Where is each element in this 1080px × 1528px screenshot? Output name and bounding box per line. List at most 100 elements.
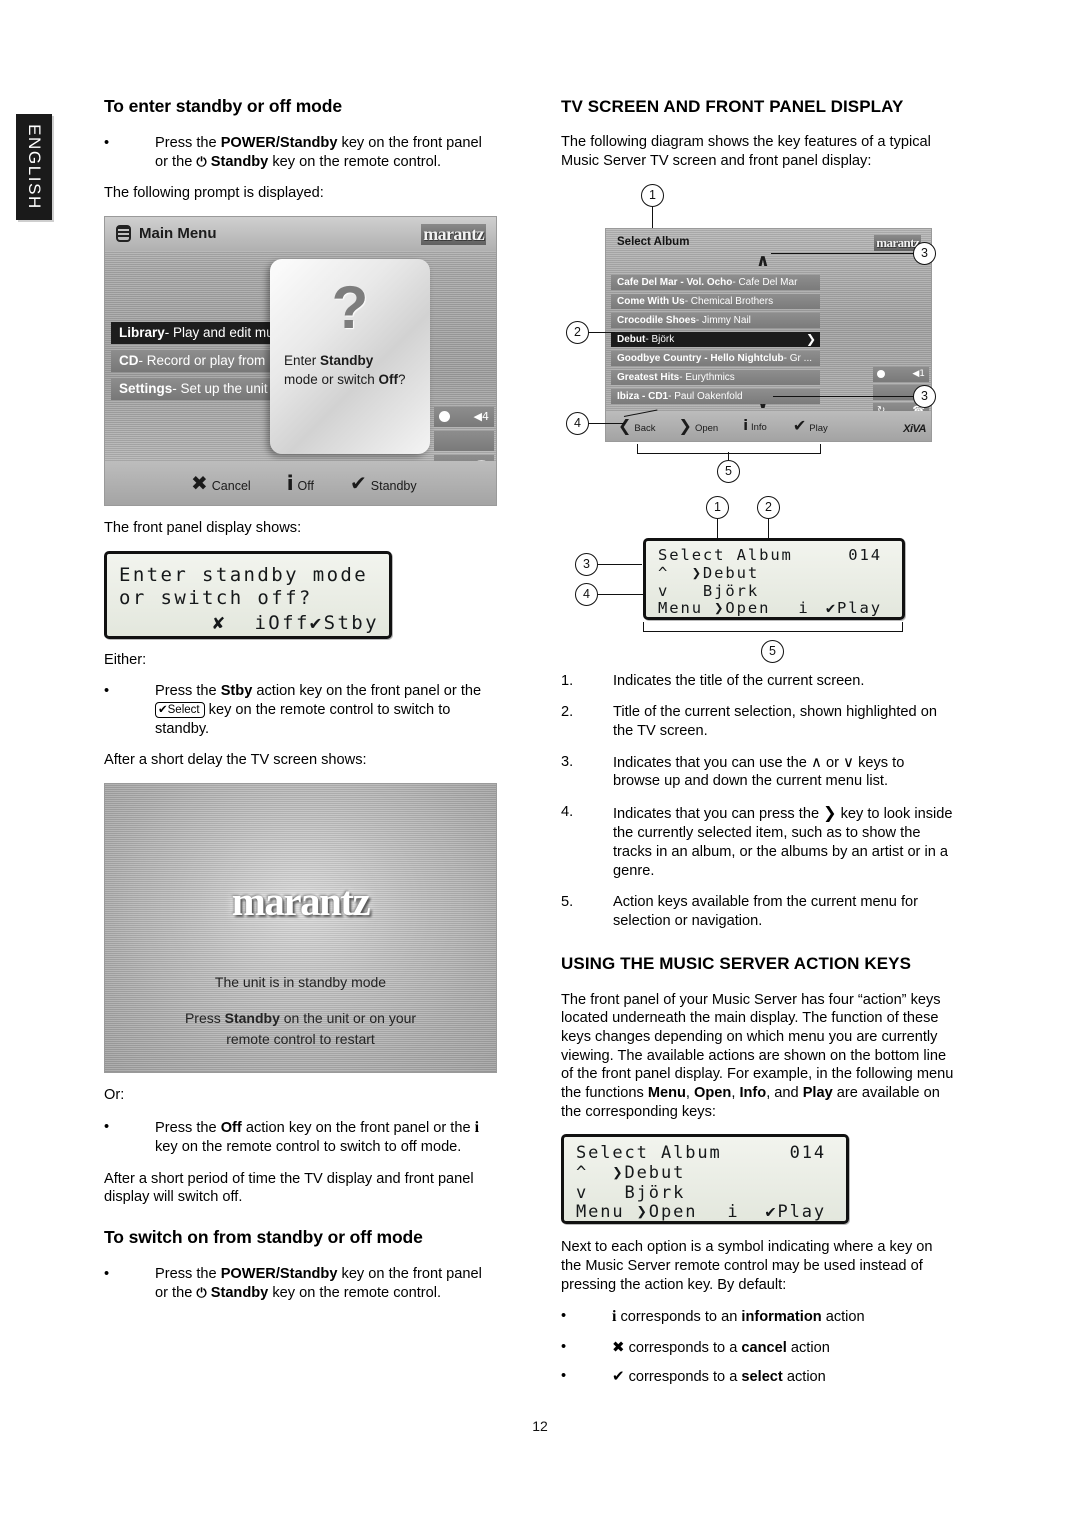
symbol-bullet-cancel: • ✖ corresponds to a cancel action: [561, 1338, 954, 1358]
volume-level: 1: [919, 369, 925, 380]
action-info[interactable]: i Info: [743, 419, 767, 433]
xiva-text: XiVA: [903, 422, 926, 435]
item-number: 3.: [561, 753, 574, 770]
down-arrow-icon: ∨: [843, 752, 855, 771]
leader-line: [652, 206, 654, 228]
callout-2: 2: [757, 495, 780, 519]
prompt-intro-text: The following prompt is displayed:: [104, 185, 324, 202]
item-number: 2.: [561, 703, 574, 720]
list-item-desc: - Play and edit mu: [164, 325, 274, 341]
album-artist: - Gr ...: [783, 352, 813, 364]
item-text: Action keys available from the current m…: [613, 894, 918, 930]
scroll-up-arrow-icon[interactable]: ∧: [756, 252, 770, 270]
leader-line: [589, 422, 625, 424]
list-item[interactable]: Greatest Hits - Eurythmics: [611, 369, 820, 385]
bold-fragment: Standby: [320, 352, 374, 368]
text-fragment: Press the: [155, 1265, 221, 1282]
text-fragment: Press the: [155, 1119, 221, 1136]
action-label: Standby: [370, 478, 417, 493]
front-panel-intro: The front panel display shows:: [104, 519, 302, 536]
list-item[interactable]: Cafe Del Mar - Vol. Ocho - Cafe Del Mar: [611, 274, 820, 290]
text-fragment: corresponds to a: [624, 1339, 742, 1356]
numbered-explanations: 1. Indicates the title of the current sc…: [561, 672, 954, 932]
album-title: Debut: [617, 333, 646, 345]
left-column: To enter standby or off mode • Press the…: [104, 96, 497, 1315]
text-fragment: action: [782, 1369, 826, 1386]
volume-level: 4: [482, 410, 489, 424]
lcd-action-info: i: [798, 598, 810, 617]
list-item-selected[interactable]: Debut - Björk ❯: [611, 331, 820, 347]
list-item[interactable]: Come With Us - Chemical Brothers: [611, 293, 820, 309]
callout-1: 1: [641, 183, 664, 207]
bold-fragment: information: [741, 1309, 822, 1326]
tv-screen-intro: The following diagram shows the key feat…: [561, 134, 931, 169]
callout-2: 2: [566, 320, 589, 344]
action-off[interactable]: i Off: [287, 473, 314, 493]
xiva-logo: XiVA: [903, 423, 926, 435]
action-play[interactable]: ✔ Play: [793, 417, 828, 434]
item-text: Indicates the title of the current scree…: [613, 672, 865, 689]
leader-line: [598, 563, 642, 565]
item-text: Indicates that you can press the ❯ key t…: [613, 803, 954, 881]
lcd-select-album: Select Album 014 ^ ❯Debut v Björk Menu ❯O…: [643, 537, 905, 620]
album-title: Goodbye Country - Hello Nightclub: [617, 352, 784, 364]
bold-fragment: Off: [220, 1119, 242, 1136]
callout-4: 4: [575, 582, 598, 606]
text-fragment: or: [821, 754, 844, 771]
tv-screen-diagram: 1 Select Album marantz ∧ ∨ Cafe Del Mar …: [561, 183, 954, 454]
bullet-dot: •: [104, 134, 110, 151]
section-title-action-keys: USING THE MUSIC SERVER ACTION KEYS: [561, 954, 912, 974]
front-panel-lcd-diagram: 1 2 3 4 Select Album 014 ^ ❯Debut v Björk…: [561, 495, 954, 636]
bullet-dot: •: [561, 1338, 567, 1355]
action-back[interactable]: ❮ Back: [618, 417, 656, 434]
splash-status-text: The unit is in standby mode: [214, 973, 387, 990]
lcd-select-album-example: Select Album 014 ^ ❯Debut v Björk Menu ❯O…: [561, 1134, 849, 1225]
info-icon: i: [474, 1118, 480, 1136]
text-fragment: key on the front panel: [337, 1265, 482, 1282]
action-open[interactable]: ❯ Open: [679, 417, 719, 434]
numbered-item-2: 2. Title of the current selection, shown…: [561, 703, 954, 741]
album-title: Ibiza - CD1: [617, 390, 669, 402]
leader-line: [589, 331, 615, 333]
bullet-text: ✔ corresponds to a select action: [612, 1367, 954, 1387]
lcd-line-3: ✘ iOff✔Stby: [212, 611, 379, 634]
text-fragment: action key on the front panel or the: [241, 1119, 475, 1136]
lcd-title: Select Album: [576, 1143, 722, 1164]
action-standby[interactable]: ✔ Standby: [350, 473, 417, 493]
bold-fragment: POWER/Standby: [220, 134, 338, 151]
list-item[interactable]: Goodbye Country - Hello Nightclub - Gr .…: [611, 350, 820, 366]
action-cancel[interactable]: ✖ Cancel: [191, 473, 251, 493]
list-item[interactable]: Crocodile Shoes - Jimmy Nail: [611, 312, 820, 328]
power-icon: ⏻: [196, 154, 207, 170]
lcd-action-play: ✔Play: [825, 598, 882, 617]
lcd-line-1: Select Album 014: [576, 1143, 836, 1163]
lcd-line-3: v Björk: [576, 1183, 686, 1204]
lcd-count: 014: [789, 1143, 826, 1164]
lcd-line-2: or switch off?: [119, 586, 313, 609]
action-label: Off: [297, 478, 314, 493]
symbol-bullet-select: • ✔ corresponds to a select action: [561, 1367, 954, 1387]
speaker-icon: ◀1: [912, 369, 925, 380]
menu-icon: [116, 224, 131, 242]
album-artist: - Eurythmics: [679, 371, 735, 383]
bold-fragment: cancel: [741, 1339, 787, 1356]
bold-fragment: Off: [378, 372, 399, 388]
list-item-desc: - Set up the unit: [172, 381, 268, 397]
record-dot-icon: [439, 411, 450, 423]
callout-1: 1: [706, 495, 729, 519]
lcd-action-menu: Menu ❯Open: [576, 1202, 698, 1223]
item-number: 1.: [561, 672, 574, 689]
bullet-stby-key: • Press the Stby action key on the front…: [104, 682, 497, 738]
lcd-title: Select Album: [658, 545, 793, 564]
callout-5-top: 5: [717, 459, 740, 483]
text-fragment: corresponds to an: [616, 1309, 742, 1326]
bullet-text: Press the POWER/Standby key on the front…: [155, 134, 497, 171]
list-item-desc: - Record or play from: [138, 353, 266, 369]
tv-delay-intro: After a short delay the TV screen shows:: [104, 752, 367, 769]
list-item-keyword: Settings: [119, 381, 173, 397]
right-column: TV SCREEN AND FRONT PANEL DISPLAY The fo…: [561, 96, 954, 1400]
power-icon: ⏻: [196, 1285, 207, 1301]
album-title: Crocodile Shoes: [617, 314, 696, 326]
text-fragment: Press: [184, 1009, 225, 1026]
numbered-item-1: 1. Indicates the title of the current sc…: [561, 672, 954, 691]
